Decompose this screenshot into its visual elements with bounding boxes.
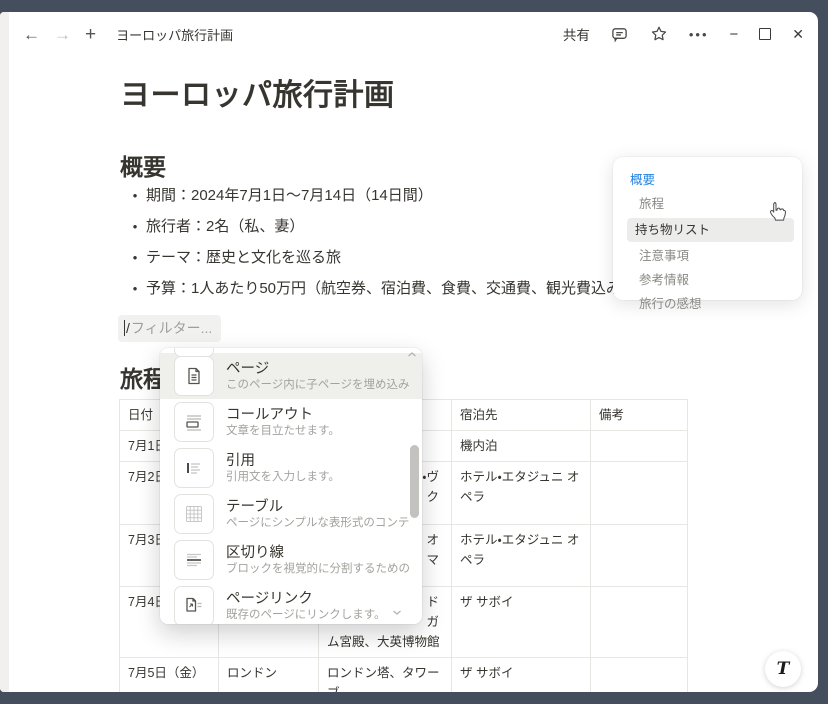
toc-item-thoughts[interactable]: 旅行の感想 — [631, 294, 794, 314]
window-close-button[interactable]: ✕ — [792, 26, 804, 43]
page-link-icon — [174, 586, 214, 624]
toc-item-references[interactable]: 参考情報 — [631, 270, 794, 290]
back-button[interactable]: ← — [23, 26, 40, 43]
partial-item-above — [174, 348, 214, 357]
chevron-up-icon — [407, 351, 417, 358]
app-window: ← → + ヨーロッパ旅行計画 共有 — [0, 12, 818, 692]
menu-item-page[interactable]: ページ このページ内に子ページを埋め込みま... — [160, 353, 422, 399]
menu-item-quote[interactable]: 引用 引用文を入力します。 — [160, 445, 422, 491]
toc-item-notes[interactable]: 注意事項 — [631, 246, 794, 266]
more-menu-button[interactable]: ••• — [689, 27, 709, 42]
slash-command-menu: ページ このページ内に子ページを埋め込みま... コールアウト — [160, 348, 422, 624]
overview-heading: 概要 — [120, 148, 166, 182]
chevron-down-icon — [392, 609, 402, 616]
desktop-frame: ← → + ヨーロッパ旅行計画 共有 — [0, 0, 828, 704]
slash-command-input[interactable]: / フィルター... — [118, 315, 221, 342]
text-caret — [124, 320, 125, 336]
menu-scrollbar[interactable] — [410, 445, 419, 518]
hand-cursor-icon — [766, 200, 788, 224]
callout-icon — [174, 402, 214, 442]
quote-icon — [174, 448, 214, 488]
window-minimize-button[interactable]: − — [730, 26, 739, 43]
share-button[interactable]: 共有 — [563, 24, 590, 44]
new-tab-button[interactable]: + — [85, 25, 96, 44]
overview-bullet-list: •期間：2024年7月1日〜7月14日（14日間） •旅行者：2名（私、妻） •… — [124, 186, 636, 310]
sidebar-edge — [0, 12, 9, 692]
topbar: ← → + ヨーロッパ旅行計画 共有 — [9, 12, 818, 56]
table-icon — [174, 494, 214, 534]
menu-item-table[interactable]: テーブル ページにシンプルな表形式のコンテン... — [160, 491, 422, 537]
list-item: •テーマ：歴史と文化を巡る旅 — [124, 248, 636, 268]
list-item: •予算：1人あたり50万円（航空券、宿泊費、食費、交通費、観光費込み） — [124, 279, 636, 299]
breadcrumb[interactable]: ヨーロッパ旅行計画 — [116, 25, 233, 44]
comments-icon[interactable] — [611, 25, 629, 43]
forward-button[interactable]: → — [54, 26, 71, 43]
filter-placeholder: フィルター... — [131, 318, 212, 338]
floating-text-tool-button[interactable]: T — [765, 651, 801, 687]
list-item: •期間：2024年7月1日〜7月14日（14日間） — [124, 186, 636, 206]
menu-item-divider[interactable]: 区切り線 ブロックを視覚的に分割するための水... — [160, 537, 422, 583]
table-row[interactable]: 7月5日（金） ロンドン ロンドン塔、タワーブ リッジ、ウェストミン スター寺院… — [120, 658, 688, 693]
menu-item-page-link[interactable]: ページリンク 既存のページにリンクします。 — [160, 583, 422, 624]
menu-item-callout[interactable]: コールアウト 文章を目立たせます。 — [160, 399, 422, 445]
window-maximize-button[interactable] — [759, 28, 771, 40]
divider-icon — [174, 540, 214, 580]
table-of-contents: 概要 旅程 持ち物リスト 注意事項 参考情報 旅行の感想 — [613, 157, 802, 300]
page-title: ヨーロッパ旅行計画 — [120, 70, 395, 114]
list-item: •旅行者：2名（私、妻） — [124, 217, 636, 237]
toc-item-overview[interactable]: 概要 — [622, 170, 794, 190]
page-icon — [174, 356, 214, 396]
favorite-star-icon[interactable] — [650, 25, 668, 43]
